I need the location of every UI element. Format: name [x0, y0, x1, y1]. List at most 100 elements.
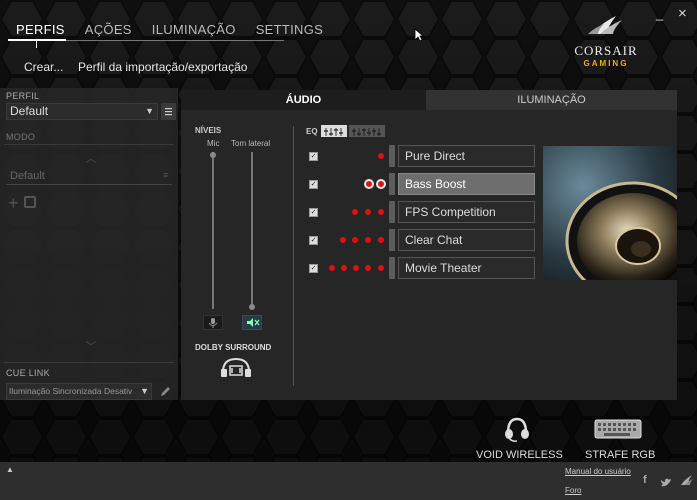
divider — [4, 362, 174, 363]
strafe-rgb-device[interactable] — [594, 418, 642, 445]
copy-mode-icon[interactable] — [24, 196, 36, 208]
tab-lighting-main[interactable]: ILUMINAÇÃO — [142, 22, 246, 37]
eq-mode-simple-button[interactable] — [321, 125, 347, 137]
mode-item[interactable]: Default — [10, 170, 45, 182]
preset-button[interactable]: Bass Boost — [398, 173, 535, 195]
chevron-down-icon: ▼ — [140, 384, 149, 399]
sidetone-label: Tom lateral — [231, 139, 271, 148]
mode-menu-icon[interactable]: ≡ — [163, 170, 168, 180]
eq-dot — [340, 237, 346, 243]
corsair-community-icon[interactable] — [680, 473, 694, 491]
import-export-link[interactable]: Perfil da importação/exportação — [78, 60, 247, 74]
sidetone-slider-handle[interactable] — [249, 304, 255, 310]
profile-label: PERFIL — [6, 91, 40, 101]
forum-link[interactable]: Foro — [565, 486, 581, 495]
eq-dot — [329, 265, 335, 271]
profile-menu-button[interactable] — [161, 103, 176, 120]
speaker-image — [543, 146, 677, 280]
eq-advanced-icon — [352, 128, 381, 136]
eq-dot — [364, 179, 374, 189]
menu-icon — [165, 108, 172, 116]
preset-checkbox[interactable]: ✓ — [309, 236, 318, 245]
strafe-rgb-label[interactable]: STRAFE RGB — [585, 449, 655, 461]
edit-pencil-icon[interactable] — [159, 385, 172, 403]
speaker-muted-icon — [247, 318, 260, 327]
close-button[interactable]: × — [678, 5, 687, 22]
facebook-icon[interactable]: f — [643, 474, 647, 486]
dolby-label: DOLBY SURROUND — [195, 343, 272, 352]
divider — [4, 144, 174, 145]
cue-link-select-value: Iluminação Sincronizada Desativ — [9, 386, 133, 396]
preset-checkbox[interactable]: ✓ — [309, 264, 318, 273]
eq-dot — [365, 265, 371, 271]
mouse-cursor-icon — [414, 28, 425, 47]
minimize-button[interactable]: _ — [656, 6, 663, 21]
eq-simple-icon — [324, 128, 343, 136]
create-profile-link[interactable]: Crear... — [24, 60, 63, 74]
corsair-sails-icon — [588, 16, 622, 34]
brand-subtitle: GAMING — [583, 59, 629, 68]
sidetone-slider-track[interactable] — [251, 152, 253, 309]
nav-active-tick — [36, 41, 37, 48]
tab-audio[interactable]: ÁUDIO — [181, 90, 426, 110]
eq-dot — [352, 237, 358, 243]
microphone-icon — [208, 318, 218, 328]
eq-dot — [353, 265, 359, 271]
eq-dot — [376, 179, 386, 189]
preset-handle — [389, 145, 395, 167]
nav-active-indicator — [8, 39, 66, 41]
main-nav: PERFIS AÇÕES ILUMINAÇÃO SETTINGS — [6, 22, 333, 37]
add-mode-icon[interactable]: + — [8, 193, 19, 214]
eq-dot — [365, 209, 371, 215]
user-manual-link[interactable]: Manual do usuário — [565, 467, 631, 476]
corsair-logo: CORSAIR GAMING — [566, 14, 646, 68]
preset-checkbox[interactable]: ✓ — [309, 152, 318, 161]
preset-handle — [389, 201, 395, 223]
preset-handle — [389, 173, 395, 195]
profile-select-value: Default — [10, 104, 49, 118]
cue-link-label: CUE LINK — [6, 368, 50, 378]
preset-handle — [389, 257, 395, 279]
eq-dot — [378, 237, 384, 243]
scroll-down-icon[interactable]: ﹀ — [86, 338, 96, 353]
mode-item-underline — [6, 184, 172, 185]
tab-profiles[interactable]: PERFIS — [6, 22, 75, 37]
headset-icon — [505, 417, 529, 442]
sidetone-mute-button[interactable] — [242, 315, 262, 330]
preset-button[interactable]: FPS Competition — [398, 201, 535, 223]
profile-select[interactable]: Default ▼ — [6, 103, 158, 120]
brand-name: CORSAIR — [574, 43, 638, 58]
preset-button[interactable]: Pure Direct — [398, 145, 535, 167]
preset-checkbox[interactable]: ✓ — [309, 180, 318, 189]
mic-label: Mic — [207, 139, 220, 148]
eq-dot — [352, 209, 358, 215]
tab-lighting[interactable]: ILUMINAÇÃO — [426, 90, 677, 110]
eq-dot — [341, 265, 347, 271]
keyboard-icon — [594, 419, 642, 439]
mic-slider-handle[interactable] — [210, 152, 216, 158]
cue-link-select[interactable]: Iluminação Sincronizada Desativ ▼ — [6, 383, 152, 400]
dolby-toggle[interactable] — [219, 356, 253, 383]
eq-label: EQ — [306, 127, 318, 136]
preset-checkbox[interactable]: ✓ — [309, 208, 318, 217]
preset-button[interactable]: Movie Theater — [398, 257, 535, 279]
preset-handle — [389, 229, 395, 251]
expand-arrow-icon[interactable]: ▲ — [6, 465, 14, 474]
chevron-down-icon: ▼ — [145, 106, 154, 116]
mic-slider-track[interactable] — [212, 152, 214, 309]
void-wireless-label[interactable]: VOID WIRELESS — [476, 449, 563, 461]
divider — [293, 126, 294, 386]
tab-actions[interactable]: AÇÕES — [75, 22, 142, 37]
eq-dot — [378, 153, 384, 159]
levels-title: NÍVEIS — [195, 126, 222, 135]
eq-dot — [365, 237, 371, 243]
void-wireless-device[interactable] — [504, 415, 530, 448]
twitter-icon[interactable] — [660, 475, 672, 493]
mic-mute-button[interactable] — [203, 315, 223, 330]
eq-mode-advanced-button[interactable] — [349, 125, 385, 137]
eq-dot — [378, 209, 384, 215]
dolby-headphones-icon — [221, 357, 251, 377]
scroll-up-icon[interactable]: ︿ — [86, 150, 96, 165]
preset-button[interactable]: Clear Chat — [398, 229, 535, 251]
tab-settings[interactable]: SETTINGS — [246, 22, 333, 37]
